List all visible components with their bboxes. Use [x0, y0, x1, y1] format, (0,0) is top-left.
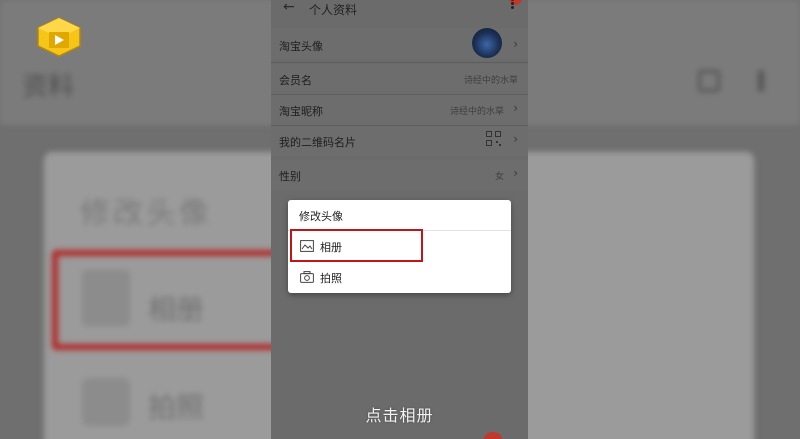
chevron-right-icon: › — [513, 101, 518, 115]
row-label: 性别 — [279, 170, 301, 183]
bg-more-icon — [758, 70, 764, 92]
row-label: 淘宝头像 — [279, 40, 323, 53]
chevron-right-icon: › — [513, 132, 518, 146]
row-label: 会员名 — [279, 74, 312, 87]
row-value: 诗经中的水草 — [463, 76, 518, 86]
bg-camera-icon — [82, 378, 130, 426]
page-title: 个人资料 — [309, 3, 358, 17]
bg-dialog-title: 修改头像 — [80, 196, 212, 231]
top-bar: ← 个人资料 — [271, 0, 528, 22]
dialog-title: 修改头像 — [299, 210, 343, 223]
bg-option-album: 相册 — [148, 293, 205, 326]
app-logo-icon — [37, 17, 81, 57]
more-icon[interactable] — [511, 0, 515, 12]
back-arrow-icon[interactable]: ← — [283, 0, 295, 15]
row-nickname[interactable]: 淘宝昵称 诗经中的水草 › — [271, 95, 528, 125]
chevron-right-icon: › — [513, 166, 518, 180]
bg-title: 资料 — [22, 72, 75, 102]
row-label: 我的二维码名片 — [279, 136, 356, 149]
bg-option-camera: 拍照 — [148, 391, 205, 424]
bg-image-icon — [82, 270, 130, 326]
chevron-right-icon: › — [513, 37, 518, 51]
row-member-name: 会员名 诗经中的水草 — [271, 64, 528, 94]
avatar[interactable] — [472, 28, 502, 58]
bg-qr-icon — [698, 70, 720, 92]
qr-code-icon — [486, 131, 501, 146]
row-value: 女 — [494, 172, 504, 182]
option-camera[interactable]: 拍照 — [288, 263, 511, 291]
highlight-box — [290, 229, 423, 262]
divider — [271, 62, 528, 63]
corner-badge — [484, 432, 502, 439]
row-gender[interactable]: 性别 女 › — [271, 160, 528, 190]
camera-icon — [300, 271, 314, 283]
row-value: 诗经中的水草 — [449, 107, 504, 117]
caption-subtitle: 点击相册 — [365, 406, 434, 425]
option-label: 拍照 — [320, 272, 342, 285]
row-label: 淘宝昵称 — [279, 105, 323, 118]
